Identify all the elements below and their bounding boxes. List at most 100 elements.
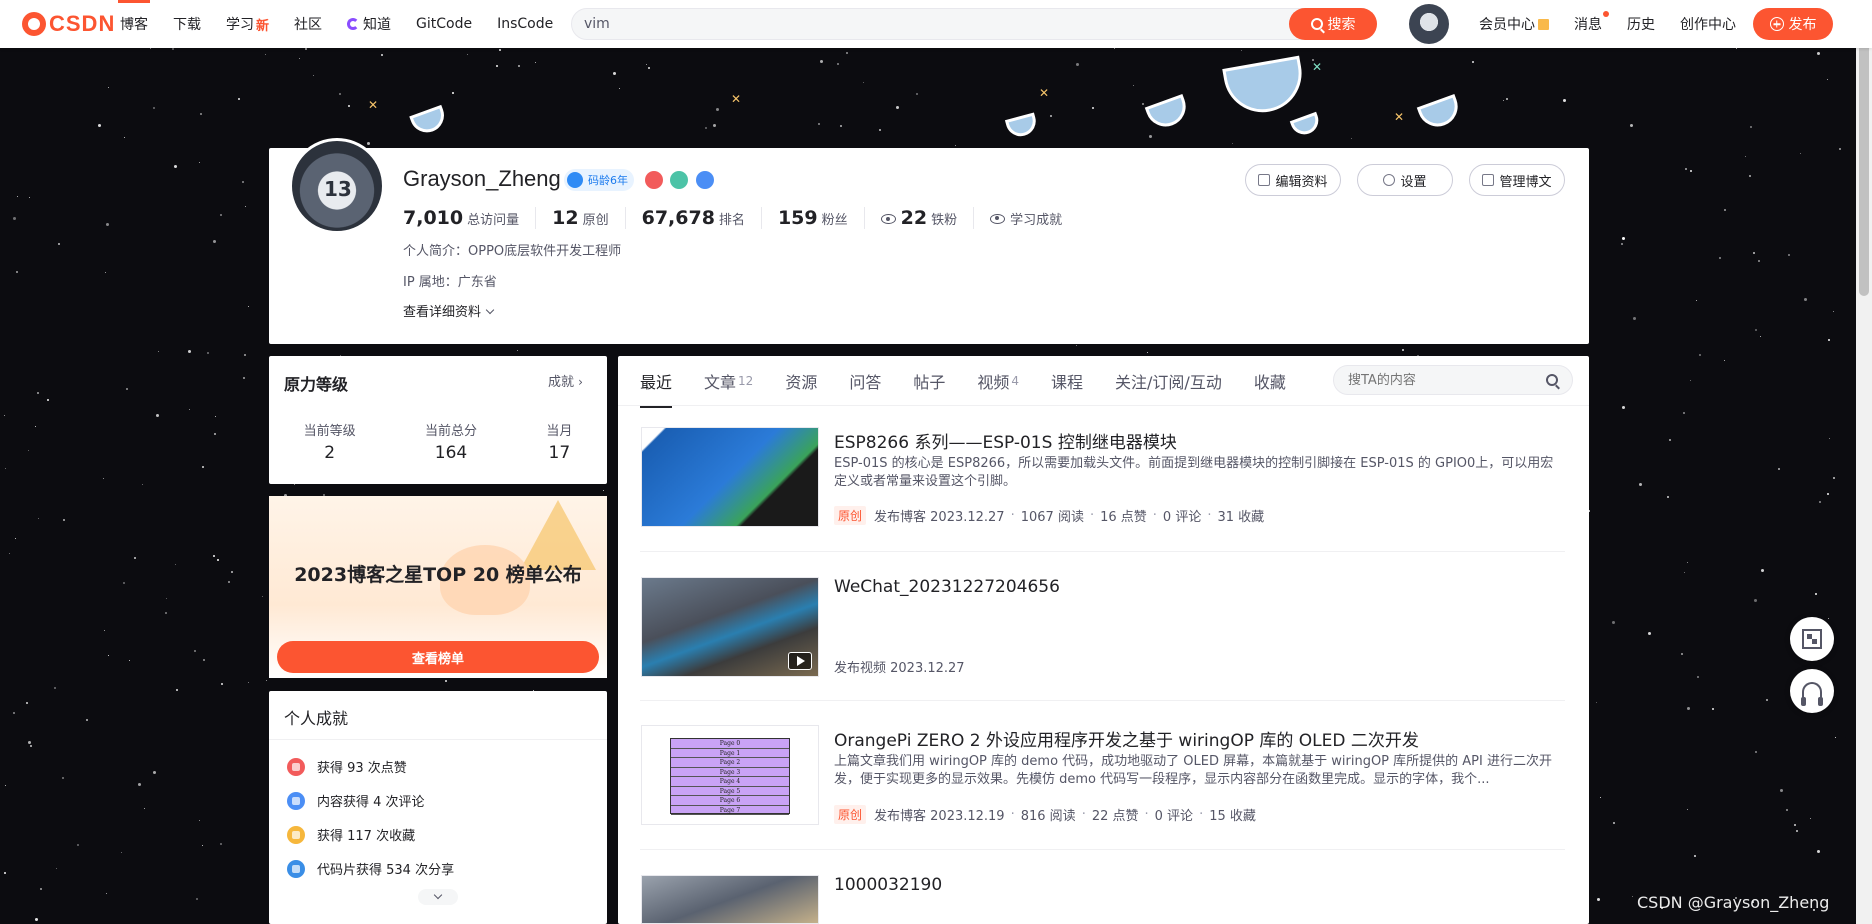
star-dot xyxy=(1147,352,1148,353)
settings-button[interactable]: 设置 xyxy=(1357,164,1453,196)
search-input[interactable] xyxy=(584,9,1244,39)
nav-download[interactable]: 下载 xyxy=(173,0,201,48)
history-label: 历史 xyxy=(1627,17,1655,33)
tab-posts[interactable]: 帖子 xyxy=(913,356,945,406)
customer-service-button[interactable] xyxy=(1790,669,1834,713)
comment-icon xyxy=(287,791,305,810)
star-dot xyxy=(1503,100,1504,101)
tab-courses[interactable]: 课程 xyxy=(1051,356,1083,406)
nav-inscode[interactable]: InsCode xyxy=(497,0,553,48)
star-dot xyxy=(1669,439,1671,441)
tab-recent[interactable]: 最近 xyxy=(640,356,673,408)
star-dot xyxy=(4,415,5,416)
star-dot xyxy=(166,598,167,599)
achievement-link[interactable]: 成就 › xyxy=(548,371,583,390)
nav-vip-center[interactable]: 会员中心 xyxy=(1479,14,1549,34)
expand-achievements-button[interactable] xyxy=(418,889,458,905)
tab-qa[interactable]: 问答 xyxy=(849,356,881,406)
article-title[interactable]: ESP8266 系列——ESP-01S 控制继电器模块 xyxy=(834,428,1177,453)
star-dot xyxy=(28,450,29,451)
tab-videos[interactable]: 视频 4 xyxy=(977,356,1019,406)
video-thumbnail[interactable] xyxy=(641,577,819,677)
star-dot xyxy=(108,655,109,656)
nav-inscode-label: InsCode xyxy=(497,16,554,32)
sparkle-icon: ✕ xyxy=(1312,60,1323,74)
star-dot xyxy=(1796,830,1798,832)
manage-posts-button[interactable]: 管理博文 xyxy=(1469,164,1565,196)
learn-achievement[interactable]: 学习成就 xyxy=(990,209,1078,228)
medal-icon[interactable] xyxy=(670,171,688,189)
main-nav: 博客 下载 学习新 社区 知道 GitCode InsCode xyxy=(118,0,578,48)
star-dot xyxy=(381,54,383,56)
star-dot xyxy=(840,125,842,127)
plus-icon xyxy=(1769,17,1784,31)
video-title[interactable]: 1000032190 xyxy=(834,875,942,895)
tab-resources[interactable]: 资源 xyxy=(785,356,817,406)
article-title[interactable]: OrangePi ZERO 2 外设应用程序开发之基于 wiringOP 库的 … xyxy=(834,726,1419,751)
tab-label: 帖子 xyxy=(913,373,946,392)
star-dot xyxy=(648,67,650,69)
qrcode-icon xyxy=(1802,629,1822,649)
user-avatar[interactable] xyxy=(1409,4,1449,44)
favorite-count: 15 收藏 xyxy=(1209,809,1256,824)
nav-gitcode[interactable]: GitCode xyxy=(416,0,472,48)
stat-fans[interactable]: 159 粉丝 xyxy=(778,207,865,229)
profile-avatar[interactable]: 13 xyxy=(289,138,385,234)
edit-profile-button[interactable]: 编辑资料 xyxy=(1245,164,1341,196)
star-dot xyxy=(1506,98,1508,100)
star-dot xyxy=(1719,257,1721,259)
tab-label: 最近 xyxy=(640,373,673,392)
article-thumbnail[interactable] xyxy=(641,427,819,527)
code-age-badge[interactable]: 码龄6年 xyxy=(564,169,634,191)
csdn-logo[interactable]: CSDN xyxy=(22,11,115,37)
user-content-search-input[interactable] xyxy=(1348,366,1538,394)
video-thumbnail[interactable] xyxy=(641,875,819,924)
article-thumbnail[interactable]: Page 0 Page 1 Page 2 Page 3 Page 4 Page 5 Page… xyxy=(641,725,819,825)
nav-messages[interactable]: 消息 xyxy=(1574,11,1609,34)
nav-learn[interactable]: 学习新 xyxy=(226,0,269,48)
nav-creator-center[interactable]: 创作中心 xyxy=(1680,14,1736,34)
view-ranking-label: 查看榜单 xyxy=(411,651,464,667)
scrollbar-thumb[interactable] xyxy=(1859,6,1869,296)
headset-icon xyxy=(1801,682,1823,706)
star-dot xyxy=(305,48,307,50)
star-dot xyxy=(153,107,155,109)
view-ranking-button[interactable]: 查看榜单 xyxy=(277,641,599,673)
tab-follow[interactable]: 关注/订阅/互动 xyxy=(1115,356,1222,406)
code-icon xyxy=(287,859,305,878)
tab-articles[interactable]: 文章 12 xyxy=(704,356,753,406)
publish-button[interactable]: 发布 xyxy=(1753,8,1833,40)
nav-community[interactable]: 社区 xyxy=(294,0,322,48)
search-icon[interactable] xyxy=(1546,374,1558,386)
nav-blog[interactable]: 博客 xyxy=(118,0,150,48)
nav-knowledge[interactable]: 知道 xyxy=(347,0,391,48)
sparkle-icon: ✕ xyxy=(1394,110,1405,124)
search-button[interactable]: 搜索 xyxy=(1289,8,1377,40)
star-dot xyxy=(1621,243,1623,245)
stat-iron-fans[interactable]: 22 铁粉 xyxy=(880,207,975,229)
nav-history[interactable]: 历史 xyxy=(1627,14,1655,34)
favorite-count: 31 收藏 xyxy=(1217,510,1265,525)
medal-icon[interactable] xyxy=(645,171,663,189)
vip-center-label: 会员中心 xyxy=(1479,17,1535,33)
view-details-link[interactable]: 查看详细资料 xyxy=(403,301,495,320)
star-dot xyxy=(1780,789,1783,792)
star-dot xyxy=(1690,170,1692,172)
force-stat-value: 17 xyxy=(548,443,571,463)
star-dot xyxy=(863,82,864,83)
manage-posts-label: 管理博文 xyxy=(1499,174,1552,190)
video-title[interactable]: WeChat_20231227204656 xyxy=(834,577,1060,597)
nav-community-label: 社区 xyxy=(294,17,323,33)
star-dot xyxy=(1754,599,1757,602)
nav-blog-label: 博客 xyxy=(120,17,148,33)
star-dot xyxy=(1749,175,1751,177)
star-dot xyxy=(16,271,18,273)
medal-icon[interactable] xyxy=(696,171,714,189)
notification-dot xyxy=(1603,11,1609,17)
star-dot xyxy=(1683,412,1685,414)
chevron-right-icon: › xyxy=(578,375,583,389)
star-dot xyxy=(1694,855,1696,857)
tab-favorites[interactable]: 收藏 xyxy=(1254,356,1286,406)
star-dot xyxy=(1786,809,1788,811)
qrcode-button[interactable] xyxy=(1790,617,1834,661)
